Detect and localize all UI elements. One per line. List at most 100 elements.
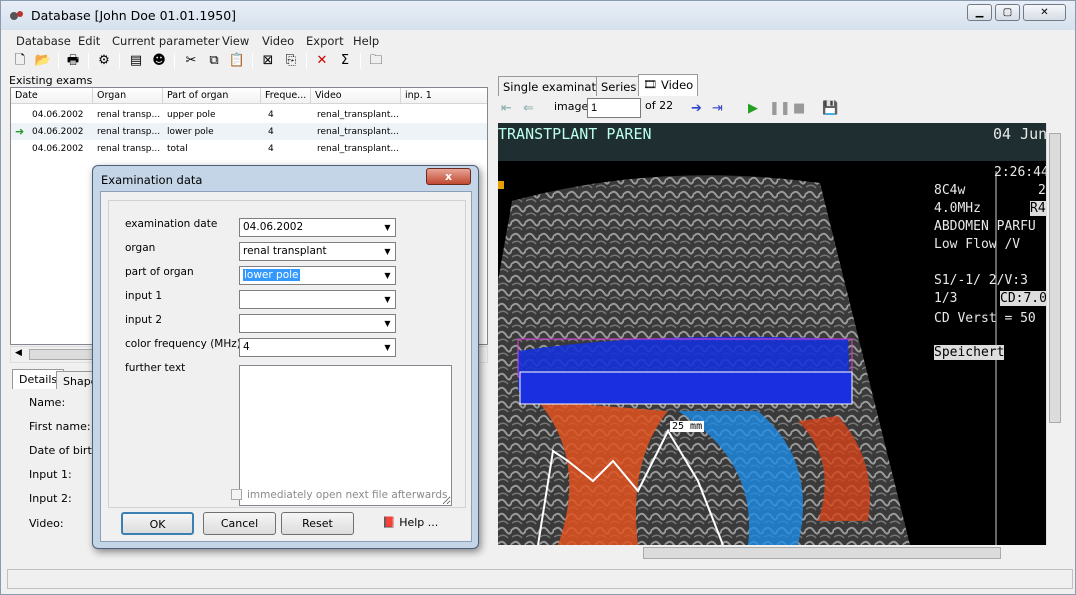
delete-icon[interactable]: ✕ — [313, 52, 331, 70]
column-header-organ[interactable]: Organ — [93, 88, 163, 104]
stop-icon[interactable]: ■ — [793, 101, 805, 116]
sum-icon[interactable]: Σ — [336, 52, 354, 70]
tab-video[interactable]: 🎞 Video — [638, 74, 699, 96]
menu-edit[interactable]: Edit — [78, 34, 100, 48]
folder-icon[interactable]: 🗀 — [367, 52, 385, 70]
scroll-thumb[interactable] — [643, 547, 1001, 559]
menu-current-parameter[interactable]: Current parameter — [112, 34, 220, 48]
book-icon[interactable]: ▤ — [127, 52, 145, 70]
image-number-input[interactable] — [587, 98, 641, 118]
dialog-group: examination date 04.06.2002 ▼ organ renal… — [108, 200, 466, 508]
play-icon[interactable]: ▶ — [748, 101, 758, 116]
video-horizontal-scrollbar[interactable] — [498, 545, 1063, 562]
table-row[interactable]: 04.06.2002 renal transp... total 4 renal… — [11, 140, 487, 157]
cell-part: total — [167, 144, 188, 154]
column-header-date[interactable]: Date — [11, 88, 93, 104]
new-file-icon[interactable]: 🗋 — [11, 52, 29, 70]
cell-date: 04.06.2002 — [32, 127, 84, 137]
table-row-current[interactable]: ➜ 04.06.2002 renal transp... lower pole … — [11, 123, 487, 140]
cell-part: lower pole — [167, 127, 214, 137]
cell-date: 04.06.2002 — [32, 110, 84, 120]
input1-combo[interactable]: ▼ — [239, 290, 396, 309]
status-bar — [7, 569, 1073, 589]
examination-date-combo[interactable]: 04.06.2002 ▼ — [239, 218, 396, 237]
title-bar: Database [John Doe 01.01.1950] ▁ ▢ ✕ — [1, 1, 1075, 30]
scroll-thumb[interactable] — [1049, 133, 1061, 423]
open-next-label: immediately open next file afterwards — [247, 489, 448, 501]
ratio-label: 1/3 — [934, 291, 958, 306]
main-toolbar: 🗋 📂 🖶 ⚙ ▤ ☻ ✂ ⧉ 📋 ⊠ ⎘ ✕ Σ 🗀 — [1, 51, 491, 73]
tab-video-label: Video — [661, 78, 694, 92]
video-date: 04 Jun — [993, 125, 1046, 143]
video-vertical-scrollbar[interactable] — [1046, 123, 1063, 545]
minimize-button[interactable]: ▁ — [967, 4, 992, 21]
previous-frame-icon[interactable]: ⇐ — [523, 101, 534, 116]
cell-video: renal_transplant... — [317, 127, 399, 137]
help-button[interactable]: 📕 Help ... — [382, 512, 438, 535]
window-title: Database [John Doe 01.01.1950] — [31, 8, 237, 23]
last-frame-icon[interactable]: ⇥ — [712, 101, 723, 116]
close-window-button[interactable]: ✕ — [1023, 4, 1066, 21]
frequency-label: 4.0MHz — [934, 201, 981, 216]
reset-button[interactable]: Reset — [281, 512, 354, 535]
probe-value: 2 — [1038, 183, 1046, 198]
scroll-left-icon[interactable]: ◀ — [15, 348, 22, 358]
menu-export[interactable]: Export — [306, 34, 344, 48]
dialog-title: Examination data — [101, 173, 203, 187]
organ-combo[interactable]: renal transplant ▼ — [239, 242, 396, 261]
close-record-icon[interactable]: ⊠ — [259, 52, 277, 70]
scroll-thumb[interactable] — [29, 349, 99, 360]
part-of-organ-combo[interactable]: lower pole ▼ — [239, 266, 396, 285]
help-label: Help ... — [399, 516, 439, 529]
menu-database[interactable]: Database — [16, 34, 71, 48]
table-row[interactable]: 04.06.2002 renal transp... upper pole 4 … — [11, 106, 487, 123]
video-header: TRANSTPLANT PAREN 04 Jun — [498, 123, 1046, 161]
input1-field-label: input 1 — [125, 290, 163, 302]
cell-date: 04.06.2002 — [32, 144, 84, 154]
chevron-down-icon: ▼ — [380, 339, 395, 356]
tools-icon[interactable]: ⚙ — [95, 52, 113, 70]
name-label: Name: — [29, 396, 66, 409]
cell-frequency: 4 — [268, 127, 274, 137]
cell-frequency: 4 — [268, 110, 274, 120]
dialog-close-button[interactable]: x — [426, 168, 471, 185]
color-frequency-combo[interactable]: 4 ▼ — [239, 338, 396, 357]
cell-organ: renal transp... — [97, 127, 161, 137]
ok-button[interactable]: OK — [121, 512, 194, 535]
first-name-label: First name: — [29, 420, 91, 433]
paste-icon[interactable]: 📋 — [228, 52, 246, 70]
help-book-icon: 📕 — [382, 516, 396, 529]
print-icon[interactable]: 🖶 — [64, 52, 82, 70]
menu-video[interactable]: Video — [262, 34, 294, 48]
column-header-video[interactable]: Video — [311, 88, 401, 104]
examination-date-label: examination date — [125, 218, 218, 230]
column-header-frequency[interactable]: Freque... — [261, 88, 311, 104]
cancel-button[interactable]: Cancel — [203, 512, 276, 535]
maximize-button[interactable]: ▢ — [995, 4, 1020, 21]
cell-video: renal_transplant... — [317, 144, 399, 154]
input2-combo[interactable]: ▼ — [239, 314, 396, 333]
s1-label: S1/-1/ 2/V:3 — [934, 273, 1028, 288]
image-label: image — [554, 100, 589, 113]
cut-icon[interactable]: ✂ — [182, 52, 200, 70]
patient-icon[interactable]: ☻ — [150, 52, 168, 70]
open-next-checkbox[interactable] — [231, 489, 242, 500]
chevron-down-icon: ▼ — [380, 219, 395, 236]
chevron-down-icon: ▼ — [380, 315, 395, 332]
menu-help[interactable]: Help — [353, 34, 379, 48]
open-folder-icon[interactable]: 📂 — [34, 52, 52, 70]
pause-icon[interactable]: ❚❚ — [769, 101, 791, 116]
export-icon[interactable]: ⎘ — [282, 52, 300, 70]
input2-label: Input 2: — [29, 492, 72, 505]
menu-view[interactable]: View — [222, 34, 249, 48]
save-icon[interactable]: 💾 — [822, 101, 838, 116]
column-header-part[interactable]: Part of organ — [163, 88, 261, 104]
next-frame-icon[interactable]: ➔ — [691, 101, 702, 116]
further-text-area[interactable] — [239, 365, 452, 506]
first-frame-icon[interactable]: ⇤ — [501, 101, 512, 116]
ultrasound-video[interactable]: TRANSTPLANT PAREN 04 Jun 25 mm 2:26:44 8… — [498, 123, 1046, 545]
tab-series[interactable]: Series — [596, 76, 642, 96]
app-icon — [10, 11, 23, 20]
column-header-input1[interactable]: inp. 1 — [401, 88, 487, 104]
copy-icon[interactable]: ⧉ — [205, 52, 223, 70]
